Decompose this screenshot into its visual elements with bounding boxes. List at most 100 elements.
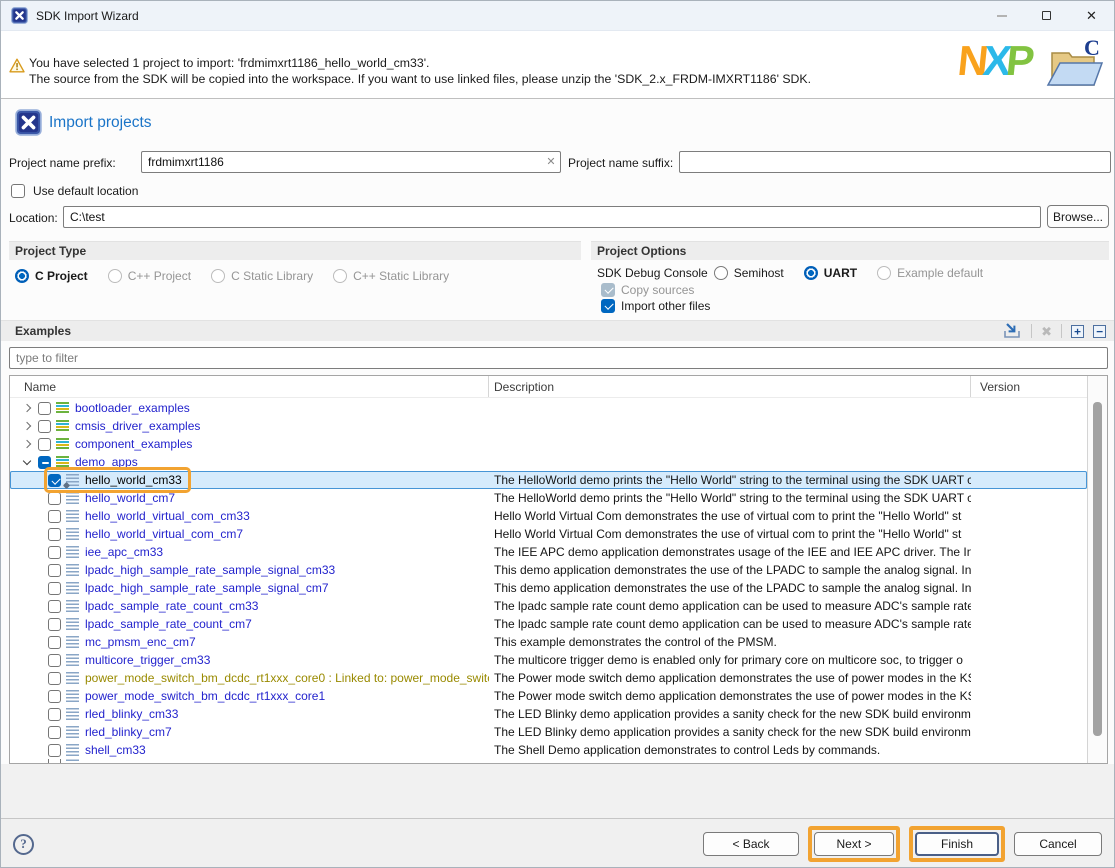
row-checkbox[interactable] [48, 654, 61, 667]
expander-icon[interactable] [22, 421, 32, 431]
row-name[interactable]: lpadc_sample_rate_count_cm7 [85, 617, 252, 631]
row-checkbox[interactable] [48, 744, 61, 757]
table-row[interactable]: iee_apc_cm33 The IEE APC demo applicatio… [10, 543, 1087, 561]
radio-c-project[interactable] [15, 269, 29, 283]
row-checkbox[interactable] [48, 492, 61, 505]
table-row[interactable]: mc_pmsm_enc_cm7 This example demonstrate… [10, 633, 1087, 651]
table-row[interactable]: hello_world_cm7 The HelloWorld demo prin… [10, 489, 1087, 507]
table-row[interactable]: multicore_trigger_cm33 The multicore tri… [10, 651, 1087, 669]
back-button[interactable]: < Back [703, 832, 799, 856]
row-name[interactable]: iee_apc_cm33 [85, 545, 163, 559]
row-name[interactable]: rled_blinky_cm7 [85, 725, 172, 739]
table-row[interactable]: bootloader_examples [10, 399, 1087, 417]
collapse-all-icon[interactable] [1093, 325, 1106, 338]
row-checkbox[interactable] [38, 438, 51, 451]
row-name-cell: hello_world_cm7 [10, 489, 489, 507]
row-name[interactable]: hello_world_cm33 [85, 473, 182, 487]
table-row[interactable]: power_mode_switch_bm_dcdc_rt1xxx_core0 :… [10, 669, 1087, 687]
prefix-input[interactable] [141, 151, 561, 173]
row-checkbox[interactable] [48, 708, 61, 721]
table-row[interactable]: lpadc_high_sample_rate_sample_signal_cm7… [10, 579, 1087, 597]
clear-filter-icon[interactable]: ✖ [1041, 325, 1052, 338]
row-checkbox[interactable] [48, 690, 61, 703]
row-name[interactable]: demo_apps [75, 455, 138, 469]
column-header-description[interactable]: Description [489, 376, 971, 397]
radio-example-default[interactable] [877, 266, 891, 280]
radio-uart[interactable] [804, 266, 818, 280]
row-name[interactable]: lpadc_high_sample_rate_sample_signal_cm3… [85, 563, 335, 577]
row-checkbox[interactable] [38, 420, 51, 433]
row-checkbox[interactable] [48, 582, 61, 595]
minimize-button[interactable] [979, 1, 1024, 31]
table-row[interactable]: power_mode_switch_bm_dcdc_rt1xxx_core1 T… [10, 687, 1087, 705]
row-checkbox[interactable] [48, 546, 61, 559]
clear-prefix-icon[interactable]: ✕ [544, 154, 558, 168]
expander-icon[interactable] [22, 403, 32, 413]
help-button[interactable]: ? [13, 834, 34, 855]
row-name[interactable]: hello_world_cm7 [85, 491, 175, 505]
table-row[interactable]: cmsis_driver_examples [10, 417, 1087, 435]
browse-button[interactable]: Browse... [1047, 205, 1109, 228]
row-name[interactable]: mc_pmsm_enc_cm7 [85, 635, 196, 649]
row-name[interactable]: lpadc_high_sample_rate_sample_signal_cm7 [85, 581, 329, 595]
expander-icon[interactable] [22, 439, 32, 449]
table-row[interactable]: shell_cm33 The Shell Demo application de… [10, 741, 1087, 759]
scrollbar-thumb[interactable] [1093, 402, 1102, 736]
suffix-input[interactable] [679, 151, 1111, 173]
row-name[interactable]: power_mode_switch_bm_dcdc_rt1xxx_core0 :… [85, 671, 489, 685]
table-row[interactable]: rled_blinky_cm33 The LED Blinky demo app… [10, 705, 1087, 723]
expander-icon[interactable] [22, 457, 32, 467]
table-row[interactable]: lpadc_sample_rate_count_cm33 The lpadc s… [10, 597, 1087, 615]
row-description: The Power mode switch demo application d… [489, 689, 971, 703]
close-button[interactable]: ✕ [1069, 1, 1114, 31]
finish-button[interactable]: Finish [915, 832, 999, 856]
table-row[interactable]: demo_apps [10, 453, 1087, 471]
row-name[interactable]: bootloader_examples [75, 401, 190, 415]
radio-semihost[interactable] [714, 266, 728, 280]
table-row[interactable]: lpadc_sample_rate_count_cm7 The lpadc sa… [10, 615, 1087, 633]
row-checkbox[interactable] [48, 510, 61, 523]
row-name[interactable]: cmsis_driver_examples [75, 419, 200, 433]
row-checkbox[interactable] [38, 456, 51, 469]
expand-all-icon[interactable] [1071, 325, 1084, 338]
row-name[interactable]: hello_world_virtual_com_cm33 [85, 509, 250, 523]
use-default-location-checkbox[interactable] [11, 184, 25, 198]
table-row[interactable]: hello_world_cm33 The HelloWorld demo pri… [10, 471, 1087, 489]
row-name[interactable]: lpadc_sample_rate_count_cm33 [85, 599, 258, 613]
radio-c-static-library[interactable] [211, 269, 225, 283]
row-type-icon [66, 492, 79, 504]
row-checkbox[interactable] [48, 618, 61, 631]
location-input[interactable] [63, 206, 1041, 228]
row-checkbox[interactable] [48, 672, 61, 685]
row-name[interactable]: power_mode_switch_bm_dcdc_rt1xxx_core1 [85, 689, 325, 703]
column-header-version[interactable]: Version [971, 376, 1087, 397]
cancel-button[interactable]: Cancel [1014, 832, 1102, 856]
row-checkbox[interactable] [48, 726, 61, 739]
row-name[interactable]: shell_cm33 [85, 743, 146, 757]
column-header-name[interactable]: Name [10, 376, 489, 397]
radio-cpp-static-library[interactable] [333, 269, 347, 283]
row-checkbox[interactable] [48, 636, 61, 649]
maximize-button[interactable] [1024, 1, 1069, 31]
row-checkbox[interactable] [48, 528, 61, 541]
table-row[interactable]: hello_world_virtual_com_cm7 Hello World … [10, 525, 1087, 543]
vertical-scrollbar[interactable] [1087, 376, 1107, 763]
table-row[interactable]: hello_world_virtual_com_cm33 Hello World… [10, 507, 1087, 525]
row-checkbox[interactable] [48, 564, 61, 577]
table-row[interactable]: rled_blinky_cm7 The LED Blinky demo appl… [10, 723, 1087, 741]
radio-cpp-project[interactable] [108, 269, 122, 283]
filter-input[interactable] [9, 347, 1108, 369]
row-name[interactable]: rled_blinky_cm33 [85, 707, 178, 721]
row-checkbox[interactable] [48, 600, 61, 613]
row-checkbox[interactable] [48, 474, 61, 487]
copy-sources-checkbox[interactable] [601, 283, 615, 297]
row-name[interactable]: component_examples [75, 437, 192, 451]
next-button[interactable]: Next > [814, 832, 894, 856]
import-other-files-checkbox[interactable] [601, 299, 615, 313]
row-checkbox[interactable] [38, 402, 51, 415]
row-name[interactable]: hello_world_virtual_com_cm7 [85, 527, 243, 541]
table-row[interactable]: lpadc_high_sample_rate_sample_signal_cm3… [10, 561, 1087, 579]
table-row[interactable]: component_examples [10, 435, 1087, 453]
import-sdk-examples-icon[interactable] [1003, 323, 1022, 339]
row-name[interactable]: multicore_trigger_cm33 [85, 653, 210, 667]
